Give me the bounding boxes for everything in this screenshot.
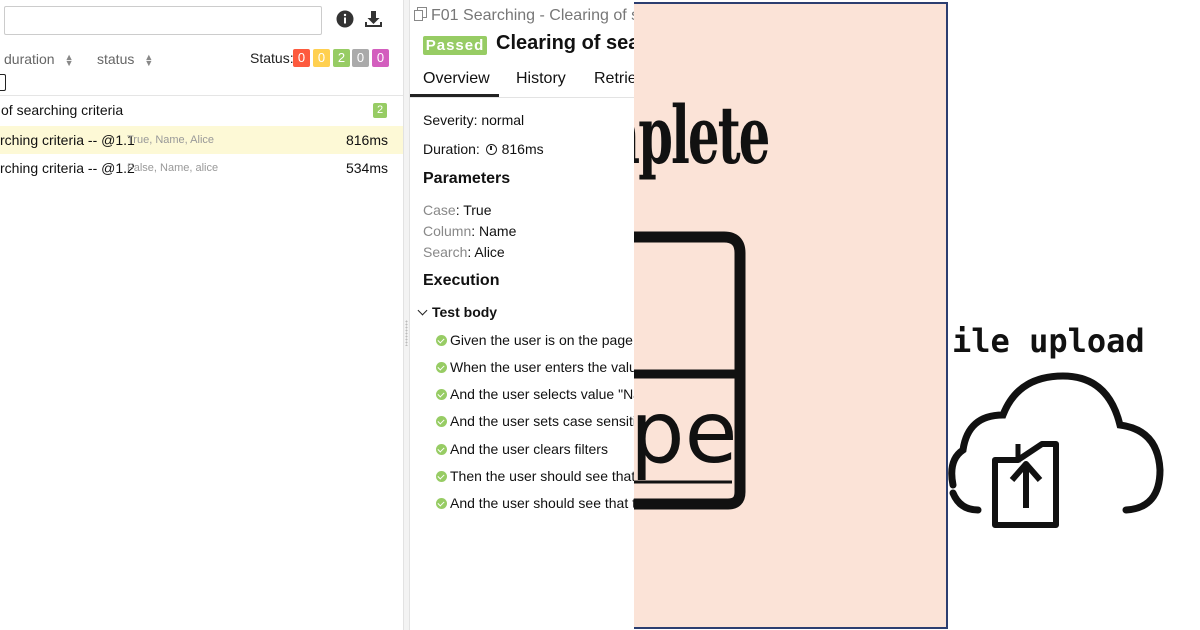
cloud-upload-icon (948, 372, 1164, 528)
drag-handle-icon (405, 320, 408, 346)
step-row[interactable]: When the user enters the value (436, 359, 634, 375)
check-icon (436, 362, 447, 373)
parameters-heading: Parameters (423, 170, 511, 187)
parameter-key: Case (423, 202, 456, 218)
duration-value: 816ms (501, 141, 544, 157)
check-icon (436, 416, 447, 427)
test-detail-pane: F01 Searching - Clearing of sea Passed C… (410, 0, 634, 630)
expand-toggle[interactable] (0, 74, 6, 91)
status-passed-badge[interactable]: 2 (333, 49, 350, 67)
step-text: And the user clears filters (450, 441, 608, 457)
severity-text: Severity: normal (423, 112, 525, 128)
step-text: Then the user should see that se (450, 468, 634, 484)
copy-icon[interactable] (414, 7, 427, 21)
step-text: When the user enters the value (450, 359, 634, 375)
sort-duration-label: duration (4, 51, 55, 67)
check-icon (436, 471, 447, 482)
sort-status-label: status (97, 51, 135, 67)
test-duration: 816ms (345, 132, 388, 148)
sort-duration[interactable]: duration ▲ ▼ (4, 51, 74, 69)
sort-status[interactable]: status ▲ ▼ (97, 51, 154, 69)
tab-retries[interactable]: Retrie (594, 70, 634, 88)
parameter-row: Case: True (423, 202, 492, 218)
tab-bar: Overview History Retrie (410, 60, 634, 98)
test-row[interactable]: rching criteria -- @1.1 True, Name, Alic… (0, 126, 403, 154)
active-tab-indicator (410, 94, 499, 97)
sort-icon: ▲ ▼ (144, 52, 154, 69)
tab-overview[interactable]: Overview (423, 70, 490, 88)
step-row[interactable]: And the user selects value "Nam (436, 386, 634, 402)
step-text: And the user selects value "Nam (450, 386, 634, 402)
parameter-value: True (463, 202, 492, 218)
duration-row: Duration: 816ms (423, 141, 544, 157)
file-upload-title: ile upload (952, 322, 1145, 360)
status-skipped-badge[interactable]: 0 (352, 49, 369, 67)
test-list-pane: duration ▲ ▼ status ▲ ▼ Status: 0 0 2 0 0 of… (0, 0, 403, 630)
pane-splitter[interactable] (403, 0, 410, 630)
execution-heading: Execution (423, 272, 500, 289)
test-row[interactable]: rching criteria -- @1.2 False, Name, ali… (0, 154, 403, 182)
check-icon (436, 335, 447, 346)
tab-history[interactable]: History (516, 70, 566, 88)
breadcrumb: F01 Searching - Clearing of sea (414, 7, 634, 25)
document-outline-graphic: pe (634, 231, 746, 510)
status-filter-label: Status: (250, 50, 294, 66)
parameter-key: Search (423, 244, 468, 260)
search-input[interactable] (4, 6, 322, 35)
step-row[interactable]: Given the user is on the page (436, 332, 633, 348)
info-icon[interactable] (336, 10, 356, 30)
duration-label: Duration: (423, 141, 480, 157)
status-badge: Passed (423, 36, 487, 55)
status-failed-badge[interactable]: 0 (293, 49, 310, 67)
step-text: And the user sets case sensitivit (450, 413, 634, 429)
step-row[interactable]: And the user clears filters (436, 441, 608, 457)
check-icon (436, 444, 447, 455)
step-text: Given the user is on the page (450, 332, 633, 348)
status-broken-badge[interactable]: 0 (313, 49, 330, 67)
step-row[interactable]: And the user sets case sensitivit (436, 413, 634, 429)
parameter-value: Name (479, 223, 517, 239)
test-params: False, Name, alice (127, 162, 219, 174)
overlay-graphic-text: pe (634, 383, 738, 483)
check-icon (436, 498, 447, 509)
test-group-row[interactable]: of searching criteria 2 (0, 96, 403, 125)
step-row[interactable]: And the user should see that the (436, 495, 634, 511)
parameter-row: Column: Name (423, 223, 517, 239)
test-body-toggle[interactable]: Test body (417, 304, 497, 320)
status-unknown-badge[interactable]: 0 (372, 49, 389, 67)
clock-icon (485, 144, 497, 155)
test-name: rching criteria -- @1.2 (0, 160, 135, 176)
test-body-label: Test body (432, 304, 498, 320)
test-group-count: 2 (373, 103, 387, 118)
parameter-value: Alice (474, 244, 505, 260)
sort-header: duration ▲ ▼ status ▲ ▼ Status: 0 0 2 0 0 (0, 46, 403, 72)
overlay-image-card: nplete pe (634, 2, 948, 629)
parameter-key: Column (423, 223, 472, 239)
sort-icon: ▲ ▼ (64, 52, 74, 69)
page-title: Clearing of sear (496, 32, 634, 54)
step-row[interactable]: Then the user should see that se (436, 468, 634, 484)
test-params: True, Name, Alice (127, 134, 215, 146)
check-icon (436, 389, 447, 400)
chevron-down-icon (417, 305, 428, 316)
test-name: rching criteria -- @1.1 (0, 132, 135, 148)
step-text: And the user should see that the (450, 495, 634, 511)
breadcrumb-text: F01 Searching - Clearing of sea (431, 7, 634, 24)
test-duration: 534ms (345, 160, 388, 176)
download-icon[interactable] (364, 10, 384, 30)
parameter-row: Search: Alice (423, 244, 505, 260)
test-group-title: of searching criteria (1, 102, 124, 118)
